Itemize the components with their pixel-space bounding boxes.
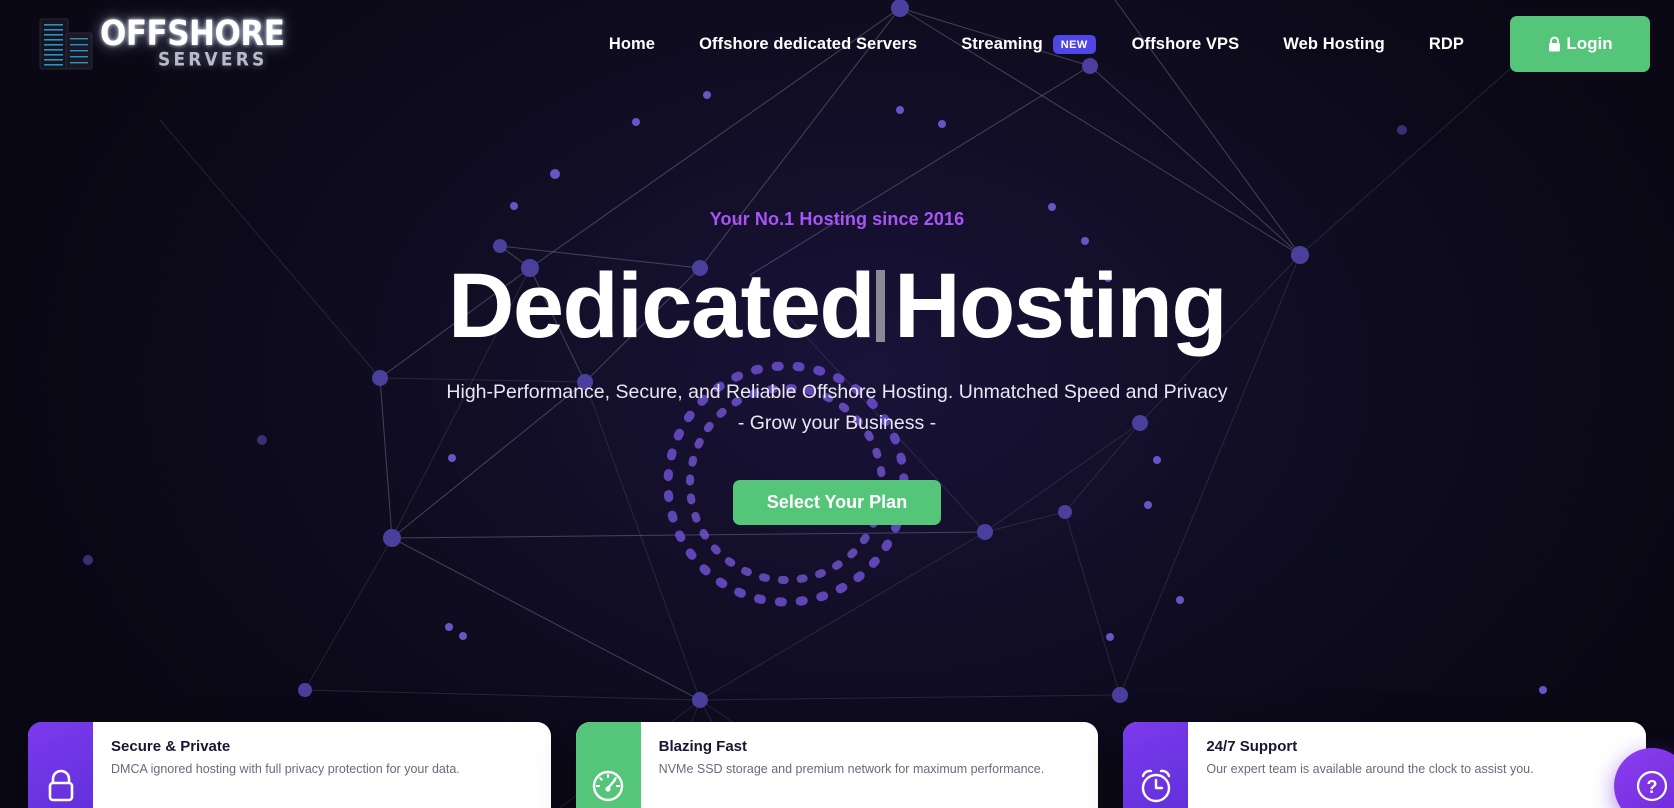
feature-card[interactable]: 24/7 Support Our expert team is availabl… [1123, 722, 1647, 808]
typewriter-caret [876, 270, 886, 343]
card-title: 24/7 Support [1206, 738, 1298, 755]
feature-card[interactable]: Blazing Fast NVMe SSD storage and premiu… [575, 722, 1099, 808]
login-button-label: Login [1566, 34, 1613, 53]
nav-item-streaming[interactable]: Streaming [939, 25, 1051, 64]
brand-logo[interactable]: OFFSHORE SERVERS [34, 13, 285, 73]
login-button[interactable]: Login [1510, 16, 1650, 72]
main-navigation: Home Offshore dedicated Servers Streamin… [587, 16, 1650, 72]
nav-item-home[interactable]: Home [587, 25, 677, 64]
card-title: Secure & Private [111, 738, 231, 755]
page-root: OFFSHORE SERVERS Home Offshore dedicated… [0, 0, 1674, 808]
site-header: OFFSHORE SERVERS Home Offshore dedicated… [0, 0, 1674, 88]
card-body: 24/7 Support Our expert team is availabl… [1188, 722, 1646, 794]
lock-icon [1549, 36, 1561, 51]
card-body: Blazing Fast NVMe SSD storage and premiu… [641, 722, 1099, 794]
card-text: DMCA ignored hosting with full privacy p… [111, 762, 460, 776]
question-mark-icon: ? [1636, 770, 1668, 802]
hero-section: Your No.1 Hosting since 2016 Dedicated H… [0, 0, 1674, 700]
select-your-plan-button[interactable]: Select Your Plan [732, 479, 942, 525]
hero-title-static: Hosting [894, 255, 1227, 358]
feature-cards: Secure & Private DMCA ignored hosting wi… [28, 722, 1647, 808]
card-icon-tile [28, 722, 93, 808]
nav-item-rdp[interactable]: RDP [1407, 25, 1486, 64]
new-badge: NEW [1052, 34, 1096, 54]
speedometer-icon [592, 770, 624, 802]
logo-secondary-text: SERVERS [158, 49, 268, 71]
card-text: NVMe SSD storage and premium network for… [658, 762, 1045, 776]
nav-item-web-hosting[interactable]: Web Hosting [1261, 25, 1407, 64]
hero-subtitle: High-Performance, Secure, and Reliable O… [446, 377, 1227, 440]
nav-item-offshore-vps[interactable]: Offshore VPS [1110, 25, 1262, 64]
card-text: Our expert team is available around the … [1206, 762, 1534, 776]
card-icon-tile [1123, 722, 1189, 808]
hero-eyebrow: Your No.1 Hosting since 2016 [709, 209, 965, 230]
hero-subtitle-line-1: High-Performance, Secure, and Reliable O… [446, 380, 1228, 403]
card-body: Secure & Private DMCA ignored hosting wi… [93, 722, 551, 794]
hero-title-typed: Dedicated [447, 255, 876, 358]
server-rack-icon [39, 18, 93, 70]
card-title: Blazing Fast [658, 738, 748, 755]
lock-icon [48, 769, 73, 802]
logo-primary-text: OFFSHORE [100, 13, 285, 55]
alarm-clock-icon [1141, 769, 1171, 803]
hero-subtitle-line-2: - Grow your Business - [737, 412, 937, 435]
feature-card[interactable]: Secure & Private DMCA ignored hosting wi… [28, 722, 551, 808]
page-title: Dedicated Hosting [447, 255, 1228, 358]
svg-text:?: ? [1647, 777, 1658, 797]
card-icon-tile [575, 722, 641, 808]
nav-item-offshore-dedicated-servers[interactable]: Offshore dedicated Servers [677, 25, 939, 64]
